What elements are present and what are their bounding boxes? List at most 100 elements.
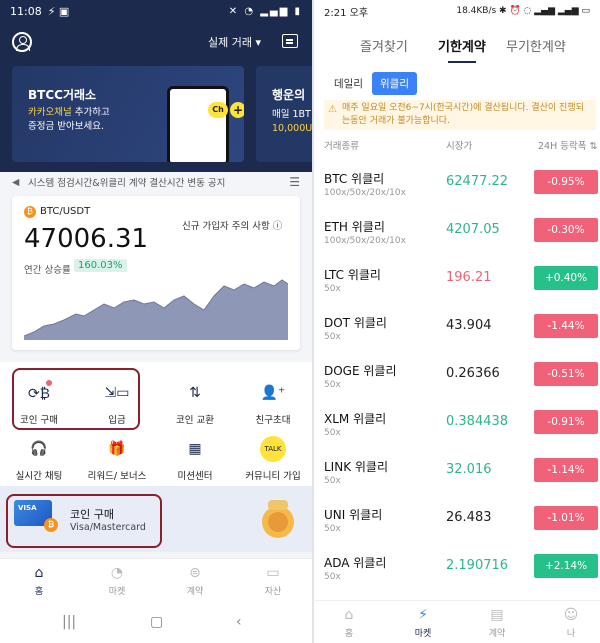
tab-perpetual[interactable]: 무기한계약	[506, 36, 566, 55]
status-indicators: 18.4KB/s ✱ ⏰ ◌ ▂▄▆ ▂▄▆ ▭	[456, 6, 590, 16]
speaker-icon: ◀	[12, 176, 20, 188]
market-price: 32.016	[446, 462, 492, 477]
left-screen: 11:08 ⚡ ▣ ✕ ◔ ▂▄▆ ▮ 실제 거래 ▾ BTCC거래소 카카오채…	[0, 0, 312, 643]
menu-invite[interactable]: 👤⁺ 친구초대	[238, 380, 308, 426]
menu-mission[interactable]: ▦ 미션센터	[160, 436, 230, 482]
menu-label: 입금	[108, 415, 126, 426]
market-price: 196.21	[446, 270, 492, 285]
contract-row[interactable]: ADA 위클리 50x 2.190716 +2.14%	[314, 548, 600, 596]
right-screen: 2:21 오후 18.4KB/s ✱ ⏰ ◌ ▂▄▆ ▂▄▆ ▭ 즐겨찾기 기한…	[314, 0, 600, 643]
col-name: 거래종류	[324, 141, 359, 152]
leverage-options: 50x	[324, 524, 341, 534]
menu-label: 코인 구매	[20, 415, 58, 426]
home-nav-icon[interactable]: ▢	[150, 614, 163, 630]
back-icon[interactable]: ‹	[236, 614, 242, 630]
menu-label: 친구초대	[255, 415, 291, 426]
contract-name: DOGE 위클리	[324, 364, 397, 378]
coin-exchange-icon: ⟳₿	[26, 380, 52, 406]
header: 실제 거래 ▾ BTCC거래소 카카오채널 추가하고 증정금 받아보세요. Ch…	[0, 22, 312, 172]
status-bar: 11:08 ⚡ ▣ ✕ ◔ ▂▄▆ ▮	[0, 0, 312, 22]
change-badge: +2.14%	[534, 554, 598, 578]
tab-futures[interactable]: 기한계약	[438, 36, 486, 63]
col-change[interactable]: 24H 등락폭 ⇅	[538, 138, 597, 152]
change-badge: -0.30%	[534, 218, 598, 242]
banner-subtitle: 매일 1BT 10,000U	[272, 109, 312, 134]
contract-row[interactable]: DOT 위클리 50x 43.904 -1.44%	[314, 308, 600, 356]
menu-coin-buy[interactable]: ⟳₿ 코인 구매	[4, 380, 74, 426]
contract-row[interactable]: LINK 위클리 50x 32.016 -1.14%	[314, 452, 600, 500]
swap-icon: ⇅	[189, 385, 201, 401]
banner-subtitle: 카카오채널 추가하고 증정금 받아보세요.	[28, 107, 110, 132]
contract-row[interactable]: DOGE 위클리 50x 0.26366 -0.51%	[314, 356, 600, 404]
calendar-icon: ▦	[188, 441, 202, 457]
wallet-icon: ▭	[266, 565, 280, 581]
btc-icon: ₿	[24, 206, 36, 218]
menu-rewards[interactable]: 🎁 리워드/ 보너스	[82, 436, 152, 482]
leverage-options: 50x	[324, 380, 341, 390]
contract-name: BTC 위클리	[324, 172, 385, 186]
kakao-banner[interactable]: BTCC거래소 카카오채널 추가하고 증정금 받아보세요. Ch +	[12, 66, 244, 162]
leverage-options: 50x	[324, 284, 341, 294]
promo-subtitle: Visa/Mastercard	[70, 522, 146, 533]
trading-mode-select[interactable]: 실제 거래 ▾	[208, 34, 261, 50]
contract-row[interactable]: UNI 위클리 50x 26.483 -1.01%	[314, 500, 600, 548]
home-icon: ⌂	[34, 565, 44, 581]
list-icon[interactable]: ☰	[289, 175, 300, 189]
market-price: 2.190716	[446, 558, 509, 573]
price-chart-area	[24, 280, 288, 340]
leverage-options: 50x	[324, 572, 341, 582]
tab-market[interactable]: ◔ 마켓	[92, 565, 142, 597]
tab-market[interactable]: ⚡ 마켓	[398, 607, 448, 639]
price-card[interactable]: ₿ BTC/USDT 신규 가입자 주의 사항 ⓘ 47006.31 연간 상승…	[12, 196, 300, 350]
tab-home[interactable]: ⌂ 홈	[14, 565, 64, 597]
card-purchase-banner[interactable]: VISA ₿ 코인 구매 Visa/Mastercard	[0, 486, 312, 552]
menu-coin-swap[interactable]: ⇅ 코인 교환	[160, 380, 230, 426]
menu-deposit[interactable]: ⇲▭ 입금	[82, 380, 152, 426]
quick-menu: ⟳₿ 코인 구매 ⇲▭ 입금 ⇅ 코인 교환 👤⁺ 친구초대 🎧 실시간 채팅 …	[0, 362, 312, 486]
tab-favorites[interactable]: 즐겨찾기	[360, 36, 408, 55]
message-icon[interactable]	[282, 34, 298, 48]
market-icon: ⚡	[418, 607, 428, 623]
notice-bar[interactable]: ◀ 시스템 점검시간&위클리 계약 결산시간 변동 공지 ☰	[0, 172, 312, 192]
segment-daily[interactable]: 데일리	[326, 72, 371, 95]
lucky-banner[interactable]: 행운의 매일 1BT 10,000U	[256, 66, 312, 162]
contract-row[interactable]: BTC 위클리 100x/50x/20x/10x 62477.22 -0.95%	[314, 164, 600, 212]
leverage-options: 50x	[324, 428, 341, 438]
deposit-icon: ⇲▭	[104, 385, 130, 401]
home-icon: ⌂	[344, 607, 354, 623]
contract-name: LTC 위클리	[324, 268, 381, 282]
tab-contract[interactable]: ▤ 계약	[472, 607, 522, 639]
banner-title: 행운의	[272, 88, 306, 102]
contract-name: DOT 위클리	[324, 316, 387, 330]
change-badge: -1.01%	[534, 506, 598, 530]
annual-gain-value: 160.03%	[74, 259, 127, 272]
system-nav: ||| ▢ ‹	[0, 602, 312, 643]
plus-icon: +	[230, 102, 244, 118]
tab-me[interactable]: ☺ 나	[546, 607, 596, 639]
market-price: 0.384438	[446, 414, 509, 429]
profile-icon[interactable]	[12, 32, 32, 52]
recents-icon[interactable]: |||	[62, 614, 76, 630]
new-user-notice-link[interactable]: 신규 가입자 주의 사항 ⓘ	[182, 218, 282, 232]
contract-name: XLM 위클리	[324, 412, 387, 426]
change-badge: -0.95%	[534, 170, 598, 194]
contract-name: ETH 위클리	[324, 220, 385, 234]
status-time: 11:08	[10, 4, 42, 18]
menu-live-chat[interactable]: 🎧 실시간 채팅	[4, 436, 74, 482]
contract-row[interactable]: LTC 위클리 50x 196.21 +0.40%	[314, 260, 600, 308]
segment-weekly[interactable]: 위클리	[372, 72, 417, 95]
tab-home[interactable]: ⌂ 홈	[324, 607, 374, 639]
contract-tabs: 즐겨찾기 기한계약 무기한계약	[314, 30, 600, 64]
menu-label: 코인 교환	[176, 415, 214, 426]
tab-contract[interactable]: ⊜ 계약	[170, 565, 220, 597]
status-time: 2:21 오후	[324, 7, 369, 19]
change-badge: +0.40%	[534, 266, 598, 290]
tab-assets[interactable]: ▭ 자산	[248, 565, 298, 597]
market-price: 26.483	[446, 510, 492, 525]
contract-row[interactable]: XLM 위클리 50x 0.384438 -0.91%	[314, 404, 600, 452]
menu-community[interactable]: TALK 커뮤니티 가입	[238, 436, 308, 482]
contract-row[interactable]: ETH 위클리 100x/50x/20x/10x 4207.05 -0.30%	[314, 212, 600, 260]
gift-icon: 🎁	[108, 441, 126, 457]
new-badge	[46, 380, 52, 386]
change-badge: -0.91%	[534, 410, 598, 434]
